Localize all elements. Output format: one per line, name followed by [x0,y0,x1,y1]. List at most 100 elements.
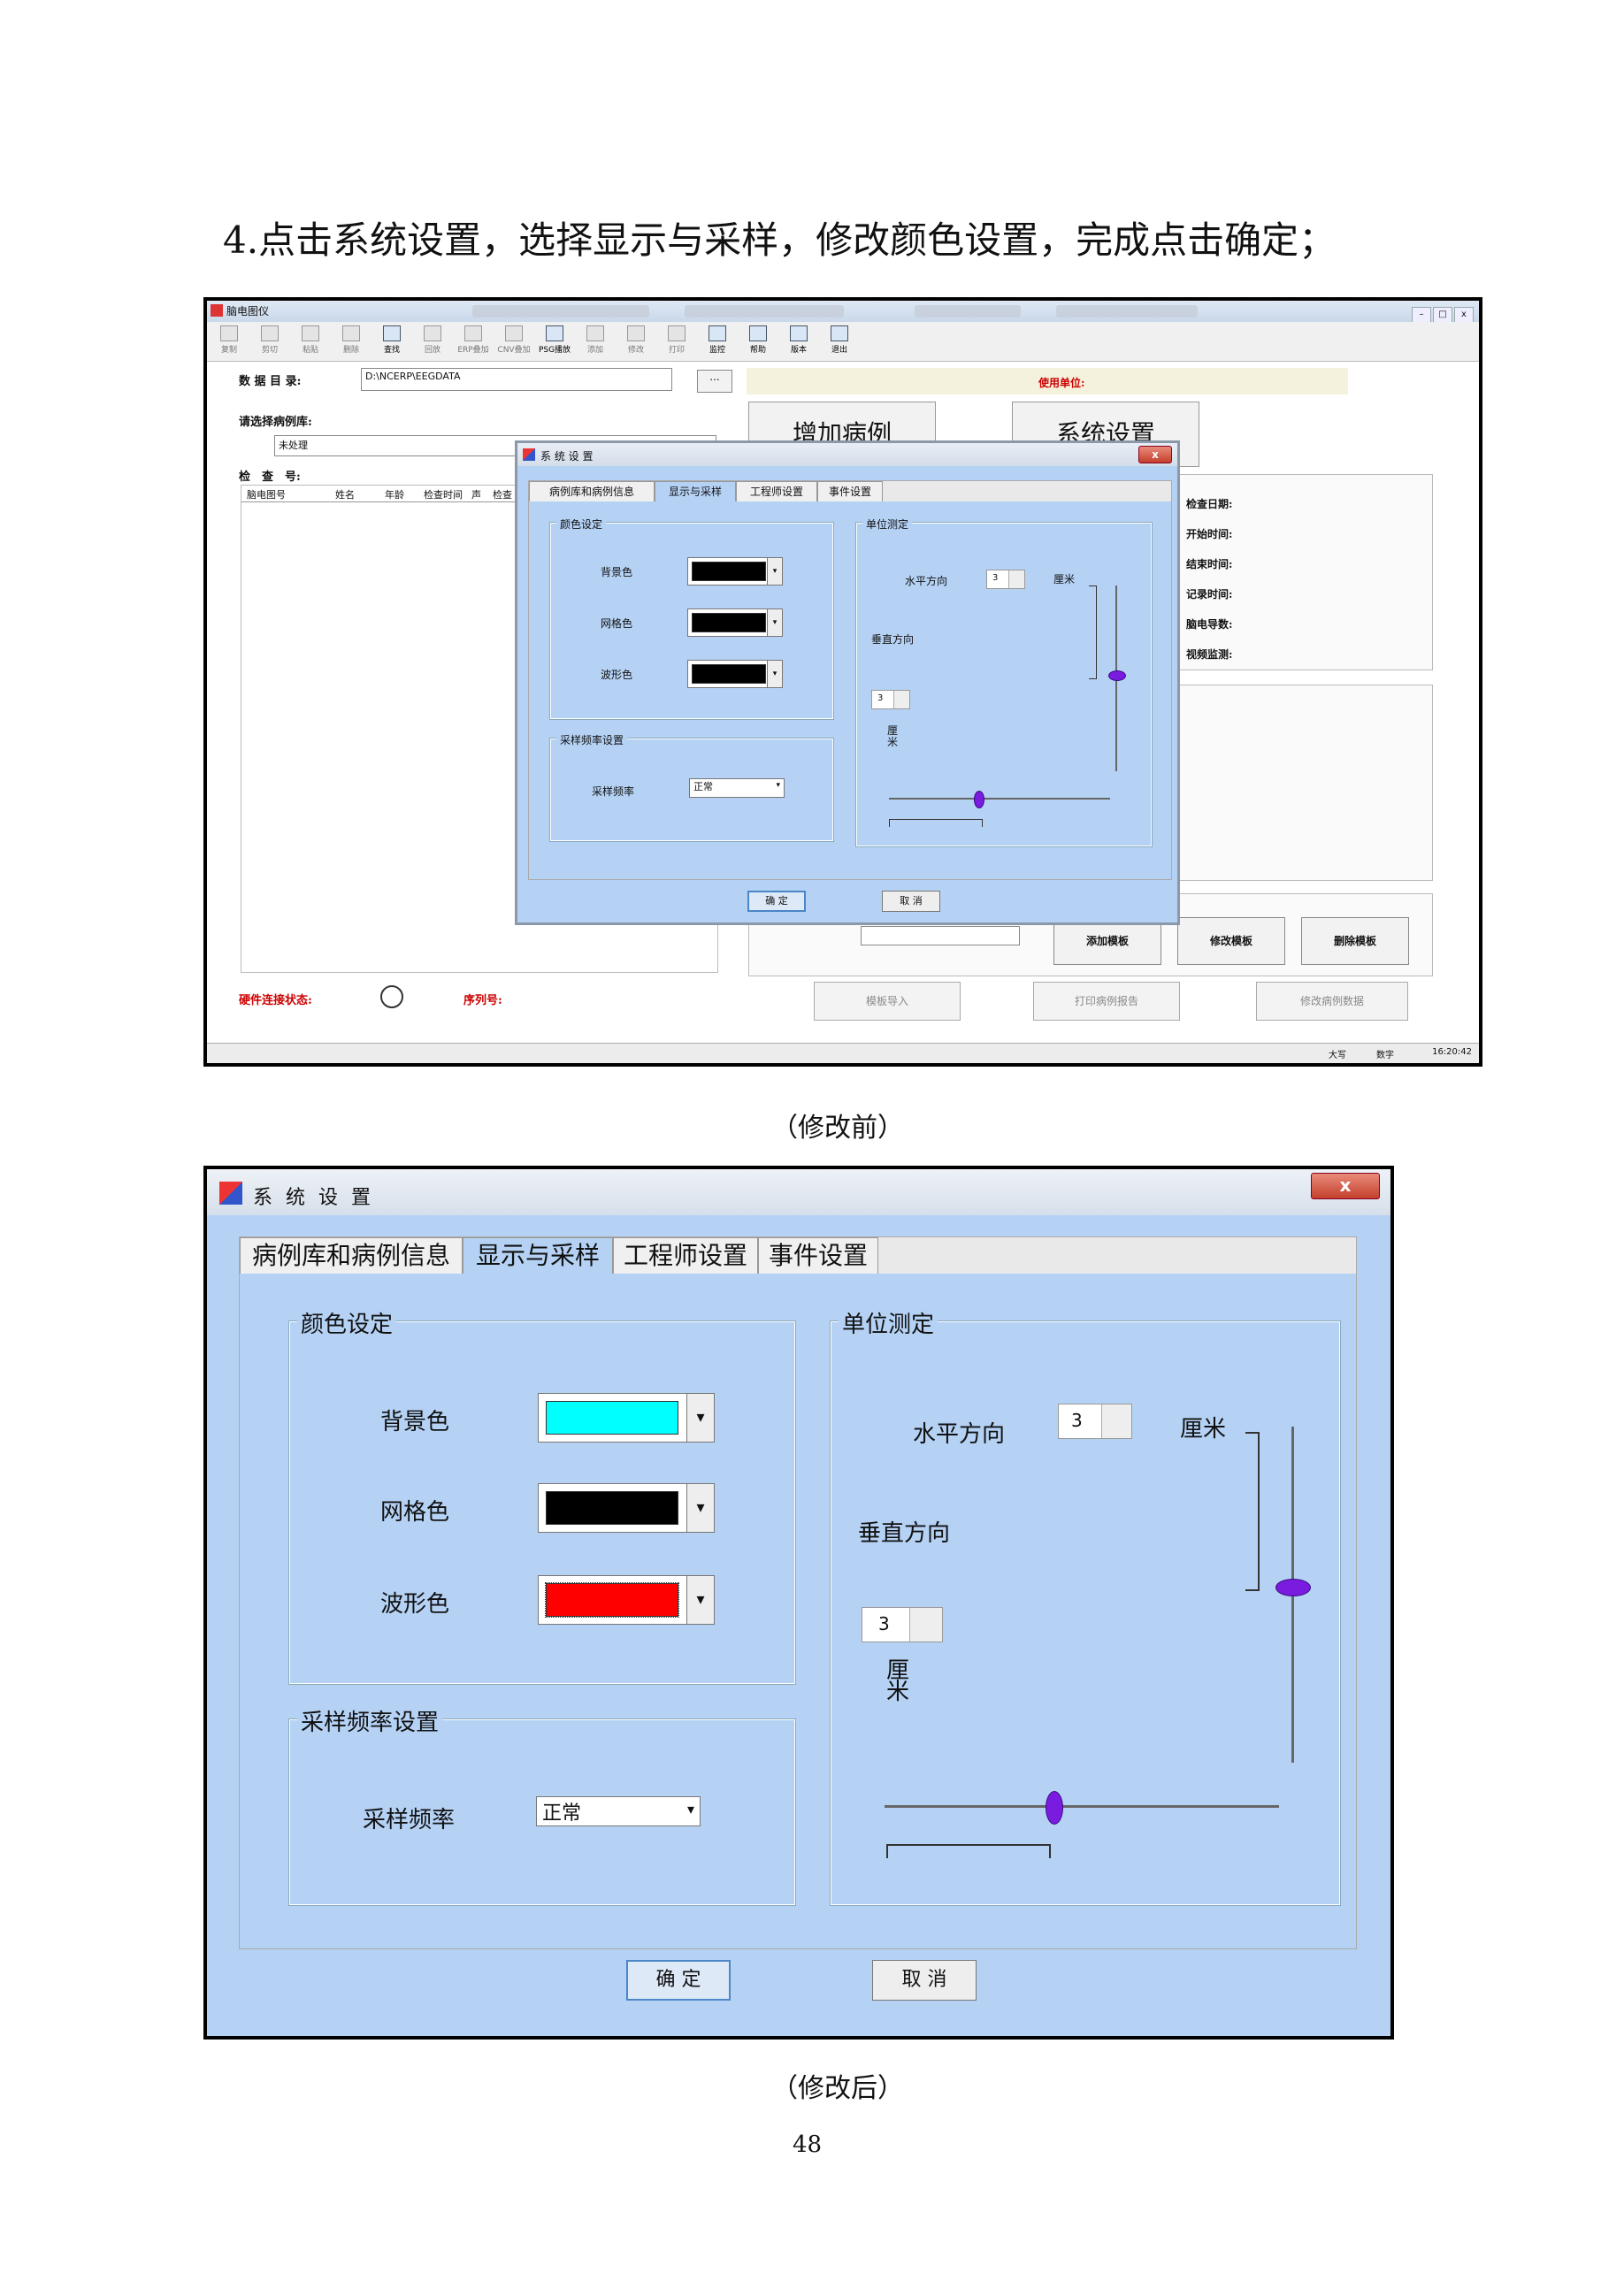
version-button[interactable]: 版本 [780,324,817,357]
info-record-time: 记录时间: [1186,588,1233,601]
status-clock: 16:20:42 [1432,1047,1472,1057]
cancel-button[interactable]: 取 消 [882,891,940,912]
vertical-slider-thumb[interactable] [1275,1579,1311,1596]
bg-color-select[interactable]: ▾ [538,1393,715,1443]
unit-group-title: 单位测定 [862,517,913,532]
tab-events[interactable]: 事件设置 [758,1237,878,1274]
grid-color-swatch [692,613,766,632]
choose-db-label: 请选择病例库: [239,416,312,429]
info-video: 视频监测: [1186,648,1233,661]
spinner-arrows-icon [909,1608,942,1642]
rate-value: 正常 [542,1802,582,1825]
template-select[interactable] [861,926,1020,945]
data-dir-field[interactable]: D:\NCERP\EEGDATA [361,368,672,391]
cut-button[interactable]: 剪切 [251,324,288,357]
horizontal-spinner[interactable]: 3 [986,570,1025,589]
bg-color-label: 背景色 [380,1409,450,1435]
vertical-spinner[interactable]: 3 [871,690,910,709]
cnv-button[interactable]: CNV叠加 [495,324,532,357]
tab-case-db[interactable]: 病例库和病例信息 [240,1237,463,1274]
wave-color-swatch [692,664,766,684]
tab-events[interactable]: 事件设置 [817,481,883,501]
horizontal-label: 水平方向 [905,575,948,587]
grid-color-select[interactable]: ▾ [687,608,783,637]
monitor-button[interactable]: 监控 [699,324,736,357]
spinner-arrows-icon [1008,570,1024,588]
horizontal-slider-track[interactable] [885,1805,1279,1808]
unit-group: 单位测定 水平方向 3 厘米 垂直方向 3 厘米 [830,1306,1341,1906]
chevron-down-icon: ▾ [686,1484,714,1532]
vertical-value: 3 [877,693,884,703]
horizontal-spinner[interactable]: 3 [1058,1404,1132,1439]
minimize-icon[interactable]: – [1412,307,1431,323]
horizontal-slider-thumb[interactable] [1046,1791,1063,1825]
exit-button[interactable]: 退出 [821,324,858,357]
horizontal-value: 3 [992,573,999,583]
copy-button[interactable]: 复制 [211,324,248,357]
psg-button[interactable]: PSG播放 [536,324,573,357]
chevron-down-icon: ▾ [776,781,780,790]
tab-container: 病例库和病例信息 显示与采样 工程师设置 事件设置 颜色设定 背景色 ▾ 网格色… [239,1236,1357,1949]
tab-display-sampling[interactable]: 显示与采样 [463,1237,613,1274]
ok-button[interactable]: 确 定 [626,1960,731,2001]
rate-group: 采样频率设置 采样频率 正常 ▾ [549,732,834,842]
rate-select[interactable]: 正常 ▾ [689,778,785,798]
tab-engineer[interactable]: 工程师设置 [613,1237,758,1274]
edit-icon [627,325,645,341]
color-group-title: 颜色设定 [556,517,607,532]
chevron-down-icon: ▾ [767,558,782,585]
close-icon[interactable]: x [1454,307,1474,323]
data-dir-label: 数 据 目 录: [239,375,302,388]
wave-color-select[interactable]: ▾ [687,660,783,688]
wave-color-select[interactable]: ▾ [538,1575,715,1625]
help-button[interactable]: 帮助 [739,324,777,357]
cancel-button[interactable]: 取 消 [872,1960,977,2001]
tab-case-db[interactable]: 病例库和病例信息 [529,481,655,501]
find-button[interactable]: 查找 [373,324,410,357]
dialog-title-bar: 系 统 设 置 x [207,1169,1390,1215]
main-window-title: 脑电图仪 [226,305,270,318]
status-bar: 大写 数字 16:20:42 [207,1043,1479,1063]
exam-no-label: 检 查 号: [239,471,301,484]
horizontal-unit-label: 厘米 [1180,1416,1227,1443]
status-caps: 大写 [1329,1051,1346,1060]
delete-icon [342,325,360,341]
paste-button[interactable]: 粘贴 [292,324,329,357]
modify-button[interactable]: 修改 [617,324,655,357]
add-button[interactable]: 添加 [577,324,614,357]
bg-color-select[interactable]: ▾ [687,557,783,585]
status-num: 数字 [1376,1051,1394,1060]
close-icon[interactable]: x [1138,446,1172,463]
tab-engineer[interactable]: 工程师设置 [736,481,817,501]
vertical-slider-thumb[interactable] [1108,670,1126,681]
edit-case-data-button[interactable]: 修改病例数据 [1256,982,1408,1021]
template-import-button[interactable]: 模板导入 [814,982,961,1021]
horizontal-slider-thumb[interactable] [974,791,984,808]
close-icon[interactable]: x [1311,1173,1380,1199]
copy-icon [220,325,238,341]
vertical-value: 3 [878,1613,890,1634]
ok-button[interactable]: 确 定 [747,891,806,912]
tab-page: 颜色设定 背景色 ▾ 网格色 ▾ 波形色 ▾ 采样频率设置 采样频率 正常 ▾ 单… [240,1274,1356,1948]
info-panel: 检查日期: 开始时间: 结束时间: 记录时间: 脑电导数: 视频监测: [1145,474,1433,670]
rate-select[interactable]: 正常 ▾ [536,1796,701,1826]
playback-button[interactable]: 回放 [414,324,451,357]
browse-button[interactable]: ... [697,370,732,393]
grid-color-select[interactable]: ▾ [538,1483,715,1533]
bg-color-label: 背景色 [601,566,633,578]
wave-color-label: 波形色 [601,669,633,681]
vertical-bracket [1089,585,1097,679]
bg-color-swatch [692,562,766,581]
delete-template-button[interactable]: 删除模板 [1301,917,1409,965]
horizontal-slider-track[interactable] [889,798,1110,800]
vertical-spinner[interactable]: 3 [862,1607,943,1642]
maximize-icon[interactable]: □ [1433,307,1452,323]
print-button[interactable]: 打印 [658,324,695,357]
tab-display-sampling[interactable]: 显示与采样 [655,481,736,501]
print-report-button[interactable]: 打印病例报告 [1033,982,1180,1021]
erp-button[interactable]: ERP叠加 [455,324,492,357]
edit-template-button[interactable]: 修改模板 [1177,917,1285,965]
delete-button[interactable]: 删除 [333,324,370,357]
paste-icon [302,325,319,341]
grid-color-label: 网格色 [380,1499,450,1526]
